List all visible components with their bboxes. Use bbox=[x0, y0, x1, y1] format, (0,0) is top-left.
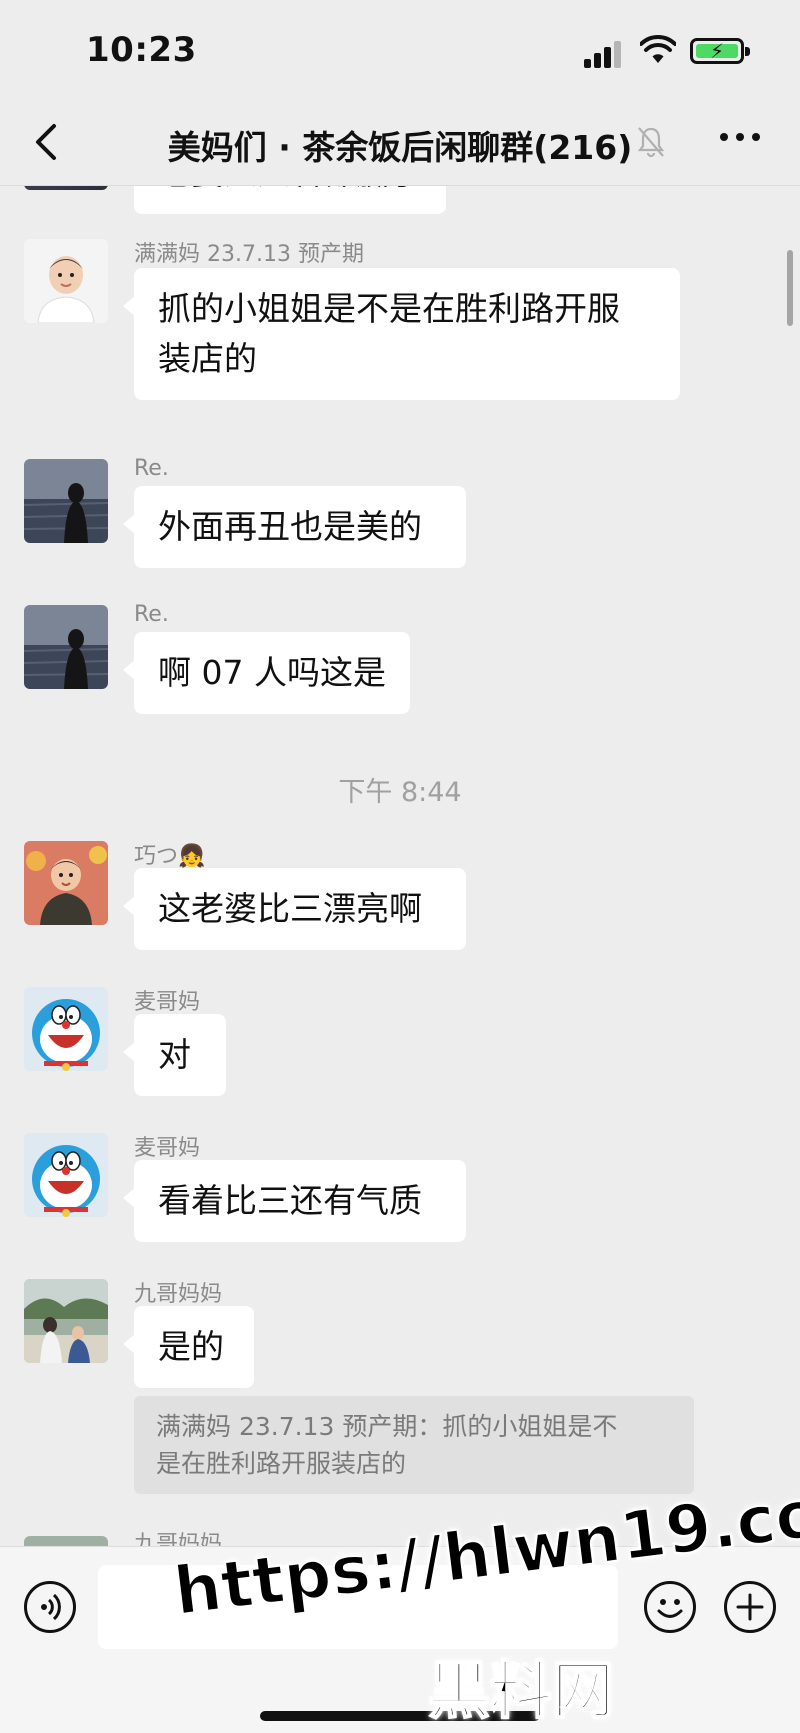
sender-name: 九哥妈妈 bbox=[134, 1532, 223, 1546]
baby-avatar-icon bbox=[24, 239, 108, 323]
avatar[interactable] bbox=[24, 459, 108, 543]
chat-title[interactable]: 美妈们 · 茶余饭后闲聊群(216) bbox=[0, 121, 800, 169]
sender-name: Re. bbox=[134, 602, 169, 627]
message-list[interactable]: 老婆人人看都腻了 满满妈 23.7.13 预产期 抓的小姐姐是不是在胜利路开服 … bbox=[0, 186, 800, 1546]
quoted-message[interactable]: 满满妈 23.7.13 预产期：抓的小姐姐是不 是在胜利路开服装店的 bbox=[134, 1396, 694, 1494]
emoji-icon[interactable] bbox=[644, 1581, 696, 1633]
avatar[interactable] bbox=[24, 1279, 108, 1363]
more-dots-icon[interactable] bbox=[720, 133, 764, 147]
message-bubble[interactable]: 啊 07 人吗这是 bbox=[123, 632, 410, 714]
chat-header: 美妈们 · 茶余饭后闲聊群(216) bbox=[0, 100, 800, 186]
sender-name: 九哥妈妈 bbox=[134, 1282, 223, 1307]
battery-charging-icon: ⚡ bbox=[690, 38, 750, 64]
wifi-icon bbox=[640, 34, 676, 63]
avatar[interactable] bbox=[24, 1133, 108, 1217]
quote-line: 是在胜利路开服装店的 bbox=[156, 1449, 407, 1478]
message-line: 装店的 bbox=[158, 339, 257, 378]
doraemon-avatar-icon bbox=[24, 1133, 108, 1217]
mute-bell-icon bbox=[637, 127, 665, 158]
scrollbar[interactable] bbox=[787, 250, 793, 326]
sender-name: 满满妈 23.7.13 预产期 bbox=[134, 242, 364, 267]
message-bubble[interactable]: 是的 bbox=[123, 1306, 254, 1388]
sea-avatar-icon bbox=[24, 605, 108, 689]
message-input[interactable] bbox=[98, 1565, 618, 1649]
sea-avatar-icon bbox=[24, 459, 108, 543]
avatar[interactable] bbox=[24, 987, 108, 1071]
voice-icon[interactable] bbox=[24, 1581, 76, 1633]
avatar[interactable] bbox=[24, 239, 108, 323]
home-indicator bbox=[260, 1711, 540, 1721]
status-time: 10:23 bbox=[86, 30, 197, 70]
message-bubble[interactable]: 这老婆比三漂亮啊 bbox=[123, 868, 466, 950]
girl-emoji-icon: 👧 bbox=[178, 844, 206, 869]
family-photo-avatar-icon bbox=[24, 1279, 108, 1363]
message-bubble[interactable]: 老婆人人看都腻了 bbox=[134, 186, 446, 214]
toddler-avatar-icon bbox=[24, 841, 108, 925]
quote-line: 满满妈 23.7.13 预产期：抓的小姐姐是不 bbox=[156, 1412, 618, 1441]
sender-name: 巧つ👧 bbox=[134, 844, 206, 869]
avatar[interactable] bbox=[24, 186, 108, 190]
input-bar bbox=[0, 1546, 800, 1733]
doraemon-avatar-icon bbox=[24, 987, 108, 1071]
sender-name: Re. bbox=[134, 456, 169, 481]
sender-name: 麦哥妈 bbox=[134, 990, 201, 1015]
message-line: 抓的小姐姐是不是在胜利路开服 bbox=[158, 289, 620, 328]
avatar[interactable] bbox=[24, 1536, 108, 1546]
sender-name: 麦哥妈 bbox=[134, 1136, 201, 1161]
status-bar: 10:23 ⚡ bbox=[0, 0, 800, 100]
message-bubble[interactable]: 对 bbox=[123, 1014, 226, 1096]
time-divider: 下午 8:44 bbox=[338, 777, 462, 808]
message-bubble[interactable]: 外面再丑也是美的 bbox=[123, 486, 466, 568]
message-bubble[interactable]: 抓的小姐姐是不是在胜利路开服 装店的 bbox=[123, 268, 680, 400]
plus-icon[interactable] bbox=[724, 1581, 776, 1633]
message-bubble[interactable]: 看着比三还有气质 bbox=[123, 1160, 466, 1242]
avatar[interactable] bbox=[24, 841, 108, 925]
avatar[interactable] bbox=[24, 605, 108, 689]
cellular-signal-icon bbox=[584, 38, 624, 68]
